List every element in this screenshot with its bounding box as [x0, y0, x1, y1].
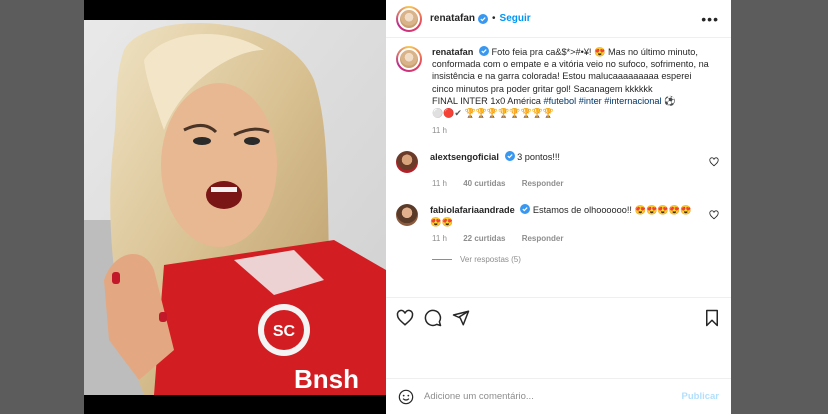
post-header: renatafan • Seguir •••: [386, 0, 731, 38]
share-icon[interactable]: [452, 309, 470, 327]
svg-text:SC: SC: [273, 323, 296, 340]
comment-time[interactable]: 11 h: [432, 234, 447, 243]
photo-letterbox-bottom: [84, 395, 386, 414]
comment-text: 3 pontos!!!: [517, 152, 560, 163]
comment-reply-button[interactable]: Responder: [522, 179, 564, 188]
bookmark-icon[interactable]: [703, 309, 721, 327]
post-panel: renatafan • Seguir ••• renatafan Foto fe…: [386, 0, 731, 414]
hashtag-internacional[interactable]: #internacional: [604, 96, 661, 106]
post-modal: SC Bnsh renatafan • Seguir ••• renatafan: [84, 0, 731, 414]
comment-input[interactable]: [424, 391, 682, 402]
comment-meta: 11 h 22 curtidas Responder: [432, 234, 719, 243]
hashtag-inter[interactable]: #inter: [579, 96, 602, 106]
svg-text:Bnsh: Bnsh: [294, 364, 359, 394]
heart-icon[interactable]: [396, 309, 414, 327]
comment-likes[interactable]: 22 curtidas: [463, 234, 505, 243]
action-bar: [386, 297, 731, 337]
verified-icon: [520, 204, 531, 215]
avatar[interactable]: [396, 5, 422, 32]
photo-letterbox-top: [84, 0, 386, 20]
caption-body: Foto feia pra ca&$*>#•¥! 😍 Mas no último…: [432, 47, 709, 94]
comment: fabiolafariaandrade Estamos de olhoooooo…: [396, 204, 719, 264]
verified-icon: [478, 13, 489, 24]
caption: renatafan Foto feia pra ca&$*>#•¥! 😍 Mas…: [396, 46, 719, 120]
caption-emoji-line: ⚪🔴✔ 🏆🏆🏆🏆🏆🏆🏆🏆: [432, 108, 555, 119]
comment-avatar[interactable]: [396, 204, 418, 227]
view-replies-button[interactable]: Ver respostas (5): [432, 255, 719, 264]
caption-avatar[interactable]: [396, 46, 422, 72]
more-icon[interactable]: •••: [701, 11, 719, 27]
caption-meta: 11 h: [432, 126, 719, 135]
comment-time[interactable]: 11 h: [432, 179, 447, 188]
view-replies-label: Ver respostas (5): [460, 255, 521, 265]
replies-line: [432, 259, 452, 261]
hashtag-suffix: ⚽: [664, 95, 676, 106]
post-username[interactable]: renatafan: [430, 13, 475, 24]
comment-heart-icon[interactable]: [709, 210, 719, 220]
caption-time[interactable]: 11 h: [432, 126, 447, 135]
follow-button[interactable]: Seguir: [500, 13, 531, 24]
comment-meta: 11 h 40 curtidas Responder: [432, 179, 719, 188]
caption-text: renatafan Foto feia pra ca&$*>#•¥! 😍 Mas…: [432, 46, 712, 120]
verified-icon: [478, 46, 489, 56]
post-photo[interactable]: SC Bnsh: [84, 0, 386, 414]
comment-likes[interactable]: 40 curtidas: [463, 179, 505, 188]
comment-username[interactable]: alextsengoficial: [430, 152, 499, 162]
comment-icon[interactable]: [424, 309, 442, 327]
caption-score: FINAL INTER 1x0 América: [432, 95, 541, 106]
post-image: SC Bnsh: [84, 20, 386, 395]
add-comment-bar: Publicar: [386, 378, 731, 414]
publish-button[interactable]: Publicar: [682, 391, 720, 402]
comments-scroll-area[interactable]: renatafan Foto feia pra ca&$*>#•¥! 😍 Mas…: [386, 38, 731, 296]
caption-username[interactable]: renatafan: [432, 47, 473, 57]
comment-username[interactable]: fabiolafariaandrade: [430, 205, 515, 215]
comment-body: alextsengoficial 3 pontos!!!: [430, 151, 696, 173]
hashtag-futebol[interactable]: #futebol: [543, 96, 576, 106]
comment-body: fabiolafariaandrade Estamos de olhoooooo…: [430, 204, 696, 228]
comment-avatar[interactable]: [396, 151, 418, 174]
separator-dot: •: [492, 13, 496, 24]
verified-icon: [504, 151, 515, 162]
comment-reply-button[interactable]: Responder: [522, 234, 564, 243]
comment: alextsengoficial 3 pontos!!! 11 h 40 cur…: [396, 151, 719, 188]
comment-heart-icon[interactable]: [709, 157, 719, 167]
emoji-icon[interactable]: [398, 389, 414, 405]
